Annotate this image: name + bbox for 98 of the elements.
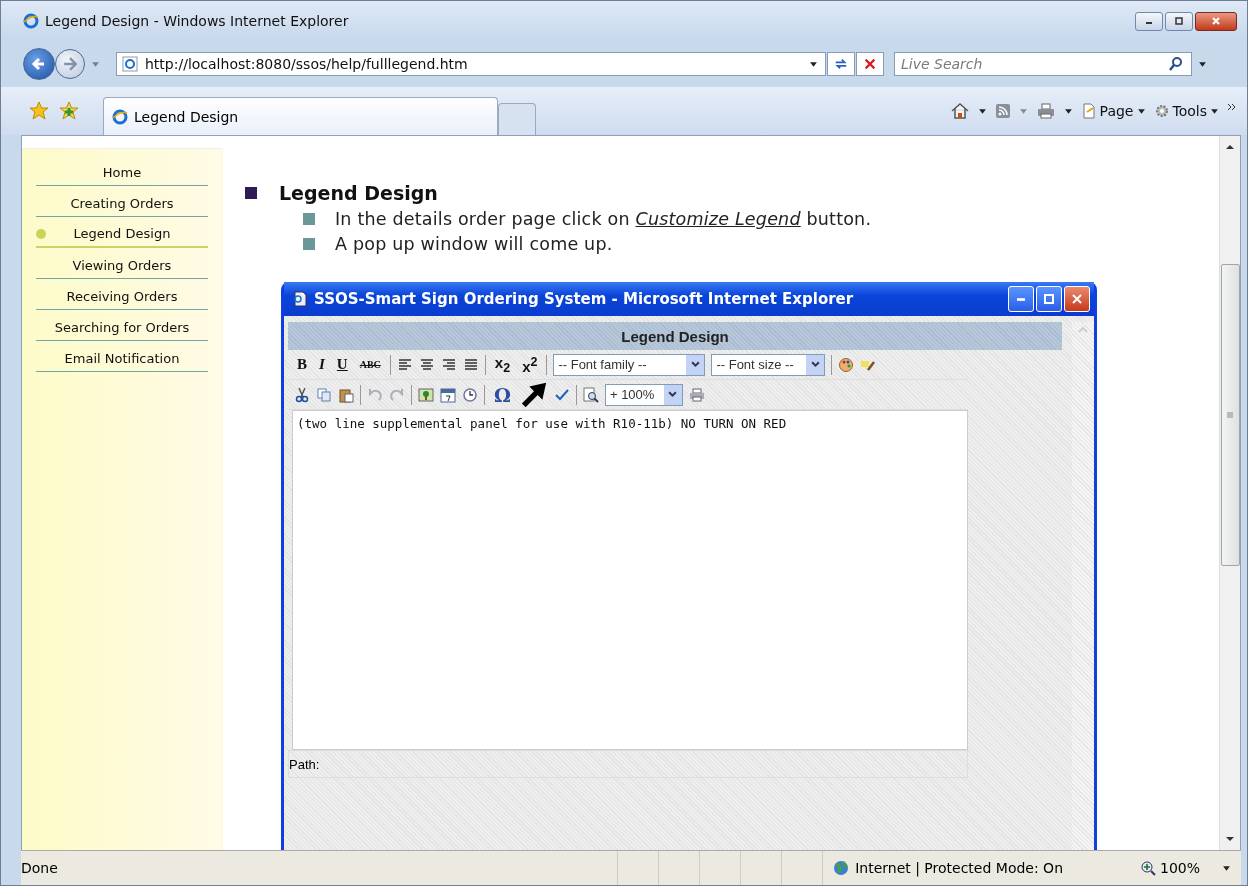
format-button[interactable]: U (333, 356, 351, 373)
close-icon (1211, 16, 1221, 26)
forward-arrow-icon (63, 57, 77, 71)
cursor-arrow-icon (519, 380, 548, 409)
globe-icon (833, 860, 850, 876)
popup-title: SSOS-Smart Sign Ordering System - Microsoft Internet Explorer (314, 290, 854, 308)
sidebar-item[interactable]: Email Notification (36, 341, 208, 372)
bullet-icon (245, 187, 257, 199)
align-icon[interactable] (462, 356, 479, 373)
minimize-button[interactable] (1135, 11, 1163, 31)
chevron-down-icon (668, 390, 678, 399)
security-zone-text: Internet | Protected Mode: On (855, 860, 1063, 876)
bullet-icon (303, 238, 315, 250)
stop-icon (863, 57, 877, 71)
refresh-button[interactable] (827, 52, 855, 76)
tab-label: Legend Design (134, 108, 239, 125)
path-label: Path: (289, 756, 320, 772)
palette-icon[interactable] (838, 356, 855, 373)
section-heading: Legend Design (279, 182, 438, 204)
bullet-text: A pop up window will come up. (335, 234, 613, 254)
feed-icon[interactable] (994, 103, 1011, 119)
status-text: Done (21, 860, 59, 876)
browser-logo-icon (112, 108, 128, 125)
bullet-text: In the details order page click on Customize Legend button. (335, 209, 872, 229)
address-field[interactable]: http://localhost:8080/ssos/help/fulllegend.htm (116, 52, 826, 76)
bullet-icon (303, 213, 315, 225)
customize-legend-link[interactable]: Customize Legend (635, 209, 801, 229)
script-button[interactable]: x$^{2}$ (519, 354, 541, 375)
page-icon (1080, 103, 1097, 119)
align-icon[interactable] (396, 356, 413, 373)
scrollbar[interactable] (1219, 136, 1240, 850)
current-page-dot (36, 229, 46, 239)
tools-menu-button[interactable]: Tools (1153, 103, 1219, 119)
maximize-button[interactable] (1165, 11, 1193, 31)
scrollbar[interactable] (1072, 322, 1094, 850)
printer-icon[interactable] (1035, 101, 1056, 121)
clock-icon[interactable] (462, 386, 478, 403)
sidebar-item[interactable]: Legend Design (36, 217, 208, 248)
sidebar-item[interactable]: Home (36, 155, 208, 186)
font-family-select[interactable]: -- Font family -- (553, 353, 706, 376)
copy-icon[interactable] (316, 386, 332, 403)
dropdown-caret-icon[interactable] (1198, 59, 1207, 69)
sidebar-item[interactable]: Creating Orders (36, 186, 208, 217)
chevron-icon[interactable] (1227, 103, 1237, 111)
close-button[interactable] (1195, 11, 1237, 31)
dropdown-caret-icon[interactable] (809, 60, 818, 69)
script-button[interactable]: x$_{2}$ (491, 354, 514, 375)
maximize-icon (1174, 16, 1184, 26)
refresh-arrows-icon (834, 57, 848, 71)
page-icon (122, 56, 138, 72)
preview-icon[interactable] (582, 386, 599, 403)
close-icon (1072, 294, 1082, 304)
format-button[interactable]: ABC (356, 359, 384, 370)
caret-icon (1210, 106, 1219, 116)
editor-area[interactable]: (two line supplemental panel for use with R10-11b) NO TURN ON RED (292, 410, 968, 750)
sidebar-item[interactable]: Searching for Orders (36, 310, 208, 341)
search-field[interactable]: Live Search (894, 52, 1192, 76)
browser-logo-icon (23, 13, 39, 29)
search-icon[interactable] (1168, 56, 1184, 72)
chevron-down-icon (690, 360, 700, 369)
font-size-select[interactable]: -- Font size -- (711, 353, 826, 376)
add-favorite-icon[interactable] (59, 101, 79, 121)
window-title: Legend Design - Windows Internet Explorer (45, 13, 349, 29)
minimize-icon (1017, 297, 1025, 301)
clipboard-icon[interactable] (338, 386, 354, 403)
calendar-icon[interactable] (440, 386, 456, 403)
editor-text: (two line supplemental panel for use with R10-11b) NO TURN ON RED (297, 416, 787, 431)
zoom-button[interactable]: 100% (1139, 860, 1222, 876)
forward-button[interactable] (55, 49, 85, 79)
scissors-icon[interactable] (294, 386, 310, 403)
dropdown-caret-icon[interactable] (977, 106, 987, 116)
caret-icon (1136, 106, 1146, 116)
stop-button[interactable] (856, 52, 884, 76)
chevron-down-icon (810, 360, 820, 369)
format-button[interactable]: I (316, 356, 328, 373)
zoom-select[interactable]: + 100% (604, 383, 683, 406)
dropdown-caret-icon[interactable] (1222, 863, 1231, 873)
sidebar-item[interactable]: Viewing Orders (36, 248, 208, 279)
home-icon[interactable] (949, 101, 970, 121)
zoom-in-icon (1139, 860, 1156, 876)
back-button[interactable] (23, 48, 55, 80)
star-icon[interactable] (29, 101, 49, 121)
sidebar-item[interactable]: Receiving Orders (36, 279, 208, 310)
printer-icon[interactable] (688, 386, 705, 403)
page-menu-button[interactable]: Page (1080, 103, 1146, 119)
gear-icon (1153, 103, 1170, 119)
grip-icon (1226, 411, 1234, 419)
browser-tab[interactable]: Legend Design (103, 97, 498, 135)
special-character-button[interactable]: Ω (491, 383, 514, 406)
align-icon[interactable] (418, 356, 435, 373)
format-button[interactable]: B (294, 356, 310, 373)
maximize-icon (1044, 294, 1054, 304)
dropdown-caret-icon[interactable] (1063, 106, 1073, 116)
editor-header: Legend Design (288, 322, 1062, 350)
scroll-thumb[interactable] (1220, 264, 1240, 566)
align-icon[interactable] (440, 356, 457, 373)
image-icon[interactable] (418, 386, 434, 403)
page-icon (292, 291, 308, 307)
